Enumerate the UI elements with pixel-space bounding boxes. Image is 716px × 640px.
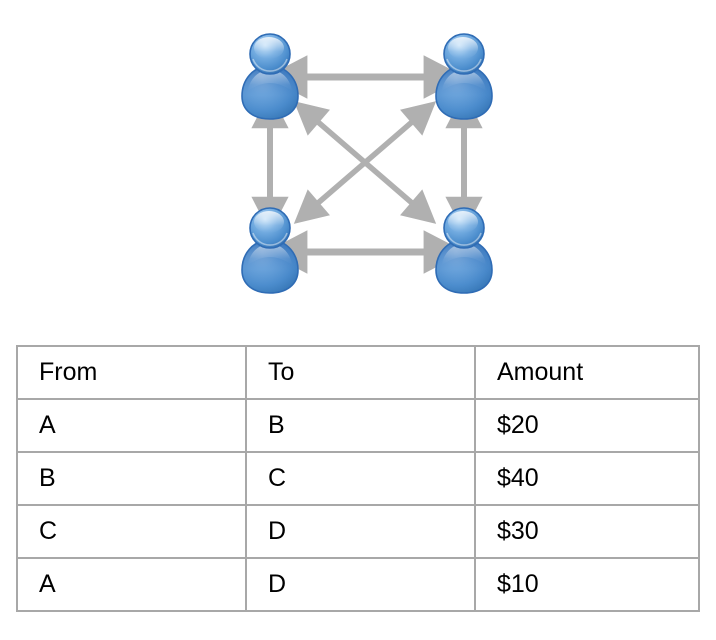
table-row: C D $30 bbox=[16, 504, 700, 559]
cell-amount: $10 bbox=[474, 557, 700, 612]
table-row: A B $20 bbox=[16, 398, 700, 453]
cell-from: B bbox=[16, 451, 247, 506]
column-header-from: From bbox=[16, 345, 247, 400]
cell-to: B bbox=[245, 398, 476, 453]
person-icon-bottom-left bbox=[241, 207, 299, 294]
cell-amount: $40 bbox=[474, 451, 700, 506]
cell-to: D bbox=[245, 557, 476, 612]
person-icon-top-right bbox=[435, 33, 493, 120]
transfers-table: From To Amount A B $20 B C $40 C D $30 A… bbox=[16, 345, 700, 612]
person-icon-top-left bbox=[241, 33, 299, 120]
person-icon-bottom-right bbox=[435, 207, 493, 294]
transfer-network-diagram bbox=[0, 0, 716, 330]
column-header-amount: Amount bbox=[474, 345, 700, 400]
cell-from: C bbox=[16, 504, 247, 559]
cell-amount: $20 bbox=[474, 398, 700, 453]
table-row: B C $40 bbox=[16, 451, 700, 506]
cell-amount: $30 bbox=[474, 504, 700, 559]
column-header-to: To bbox=[245, 345, 476, 400]
table-row: A D $10 bbox=[16, 557, 700, 612]
cell-to: D bbox=[245, 504, 476, 559]
cell-from: A bbox=[16, 557, 247, 612]
cell-to: C bbox=[245, 451, 476, 506]
table-header-row: From To Amount bbox=[16, 345, 700, 400]
network-graphic bbox=[241, 33, 493, 294]
cell-from: A bbox=[16, 398, 247, 453]
